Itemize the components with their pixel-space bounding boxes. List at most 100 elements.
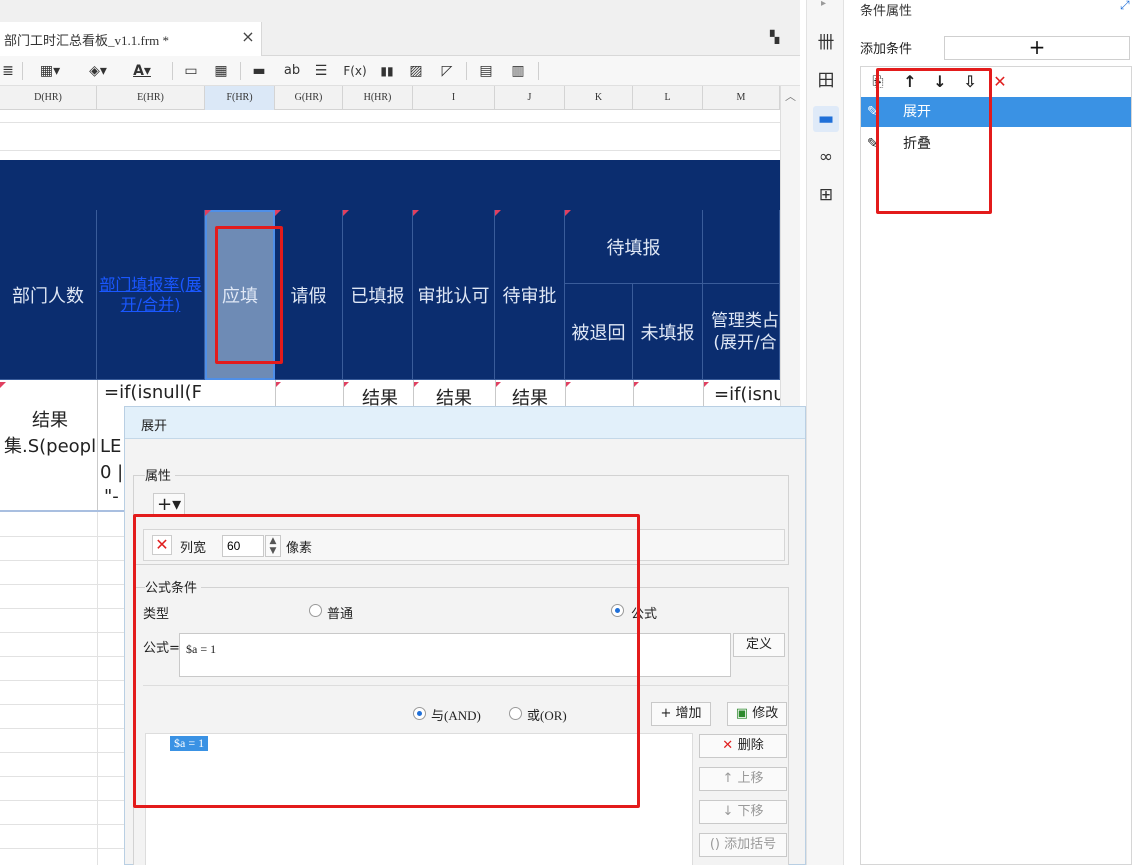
text-field-icon[interactable]: ▬ — [248, 61, 270, 81]
col-width-stepper[interactable]: ▲ ▼ — [265, 535, 281, 557]
copy-icon[interactable]: ⎘ — [867, 71, 889, 93]
condition-attr-icon[interactable]: ▬ — [813, 106, 839, 132]
header-should-fill[interactable]: 应填 — [205, 210, 275, 380]
file-tab[interactable]: 部门工时汇总看板_v1.1.frm * × — [0, 22, 262, 56]
column-header-j[interactable]: J — [495, 86, 565, 110]
column-header-e[interactable]: E(HR) — [97, 86, 205, 110]
grid-line — [0, 584, 124, 585]
text-icon[interactable]: ab — [280, 61, 304, 81]
hyperlink-icon[interactable]: ∞ — [813, 144, 839, 170]
properties-label: 属性 — [145, 465, 176, 484]
font-color-icon[interactable]: A▾ — [122, 61, 162, 81]
type-normal-label: 普通 — [327, 607, 354, 622]
header-rejected[interactable]: 被退回 — [565, 284, 633, 380]
slash-icon[interactable]: ◸ — [436, 61, 458, 81]
grid-line — [0, 632, 124, 633]
add-button[interactable]: + 增加 — [651, 702, 711, 726]
delete-icon[interactable]: ✕ — [989, 71, 1011, 93]
move-down-icon[interactable]: ↓ — [929, 71, 951, 93]
header-approved[interactable]: 审批认可 — [413, 210, 495, 380]
pin-icon[interactable]: ▚ — [770, 30, 779, 44]
header-mgmt-ratio[interactable]: 管理类占(展开/合 — [703, 284, 780, 380]
table-icon[interactable]: ▦ — [210, 61, 232, 81]
col-width-input[interactable] — [222, 535, 264, 557]
dialog-title-bar[interactable]: 展开 — [125, 407, 805, 439]
delete-button-label: 删除 — [737, 738, 764, 753]
column-header-l[interactable]: L — [633, 86, 703, 110]
column-header-d[interactable]: D(HR) — [0, 86, 97, 110]
column-header-m[interactable]: M — [703, 86, 780, 110]
or-radio[interactable] — [509, 707, 522, 720]
cell-report-rate[interactable]: =if(isnull(F — [104, 382, 204, 403]
sub-report-icon[interactable]: ▤ — [474, 61, 498, 81]
align-icon[interactable]: ≣ — [0, 61, 16, 81]
edit-icon: ✎ — [867, 104, 879, 120]
and-radio[interactable] — [413, 707, 426, 720]
condition-item-expand[interactable]: ✎ 展开 — [861, 97, 1131, 127]
collapse-arrow-icon[interactable]: ▸ — [821, 0, 826, 9]
report-rate-link[interactable]: 部门填报率(展开/合并) — [97, 275, 204, 315]
scroll-up-icon[interactable]: ︿ — [785, 88, 796, 104]
grid-line — [0, 752, 124, 753]
add-condition-button[interactable]: + — [944, 36, 1130, 60]
delete-icon: ✕ — [722, 738, 738, 753]
border-icon[interactable]: ▦▾ — [30, 61, 70, 81]
merge-cell-icon[interactable]: ▭ — [180, 61, 202, 81]
header-not-filled[interactable]: 未填报 — [633, 284, 703, 380]
header-filled[interactable]: 已填报 — [343, 210, 413, 380]
cell-people-num[interactable]: 结果集.S(people_num) — [4, 408, 96, 460]
layout-icon[interactable]: 卌 — [813, 30, 839, 56]
fill-color-icon[interactable]: ◈▾ — [78, 61, 118, 81]
chart-icon[interactable]: ▮▮ — [374, 61, 400, 81]
unit-label: 像素 — [286, 541, 313, 556]
header-people-count[interactable]: 部门人数 — [0, 210, 97, 380]
formula-input[interactable]: $a = 1 — [179, 633, 731, 677]
expand-panel-icon[interactable]: ⤢ — [1120, 0, 1130, 13]
header-pending-approval[interactable]: 待审批 — [495, 210, 565, 380]
formula-section-label: 公式条件 — [145, 577, 202, 596]
cell-attr-icon[interactable]: 田 — [813, 68, 839, 94]
header-leave[interactable]: 请假 — [275, 210, 343, 380]
cell-mgmt-formula[interactable]: =if(isnu — [714, 384, 780, 405]
column-header-h[interactable]: H(HR) — [343, 86, 413, 110]
header-blank — [703, 210, 780, 284]
move-up-icon[interactable]: ↑ — [899, 71, 921, 93]
report-header-band: 部门人数 部门填报率(展开/合并) 应填 请假 已填报 审批认可 待审批 待填报… — [0, 160, 780, 380]
add-button-label: 增加 — [675, 706, 702, 721]
modify-button[interactable]: ▣ 修改 — [727, 702, 787, 726]
image-icon[interactable]: ▨ — [404, 61, 428, 81]
tree-icon[interactable]: ⊞ — [813, 182, 839, 208]
close-tab-icon[interactable]: × — [240, 27, 256, 47]
grid-line — [0, 824, 124, 825]
column-header-g[interactable]: G(HR) — [275, 86, 343, 110]
add-property-button[interactable]: +▾ — [153, 493, 186, 516]
column-header-i[interactable]: I — [413, 86, 495, 110]
add-bracket-button[interactable]: () 添加括号 — [699, 833, 787, 857]
move-up-label: 上移 — [737, 771, 764, 786]
sort-icon[interactable]: ⇩ — [959, 71, 981, 93]
condition-dialog: 展开 属性 +▾ ✕ 列宽 ▲▼ 像素 公式条件 类型 普通 公式 公式= $a… — [124, 406, 806, 865]
condition-expression-item[interactable]: $a = 1 — [170, 736, 209, 751]
move-down-button[interactable]: ↓ 下移 — [699, 800, 787, 824]
define-button[interactable]: 定义 — [733, 633, 785, 657]
condition-expression-list[interactable]: $a = 1 — [145, 733, 693, 865]
grid-line — [97, 380, 98, 510]
delete-button[interactable]: ✕ 删除 — [699, 734, 787, 758]
type-formula-radio[interactable] — [611, 604, 624, 617]
form-icon[interactable]: ▥ — [506, 61, 530, 81]
column-header-k[interactable]: K — [565, 86, 633, 110]
col-width-row: ✕ 列宽 ▲▼ 像素 — [143, 529, 785, 561]
header-pending-fill[interactable]: 待填报 — [565, 210, 703, 284]
move-up-button[interactable]: ↑ 上移 — [699, 767, 787, 791]
column-header-f[interactable]: F(HR) — [205, 86, 275, 110]
column-header-row: D(HR) E(HR) F(HR) G(HR) H(HR) I J K L M — [0, 86, 780, 110]
condition-item-label: 展开 — [903, 104, 931, 120]
condition-item-collapse[interactable]: ✎ 折叠 — [861, 129, 1131, 159]
grid-line — [97, 512, 98, 865]
remove-property-icon[interactable]: ✕ — [152, 535, 172, 555]
edit-icon: ✎ — [867, 136, 879, 152]
paragraph-icon[interactable]: ☰ — [310, 61, 332, 81]
formula-icon[interactable]: F(x) — [340, 61, 370, 81]
type-normal-radio[interactable] — [309, 604, 322, 617]
header-report-rate[interactable]: 部门填报率(展开/合并) — [97, 210, 205, 380]
